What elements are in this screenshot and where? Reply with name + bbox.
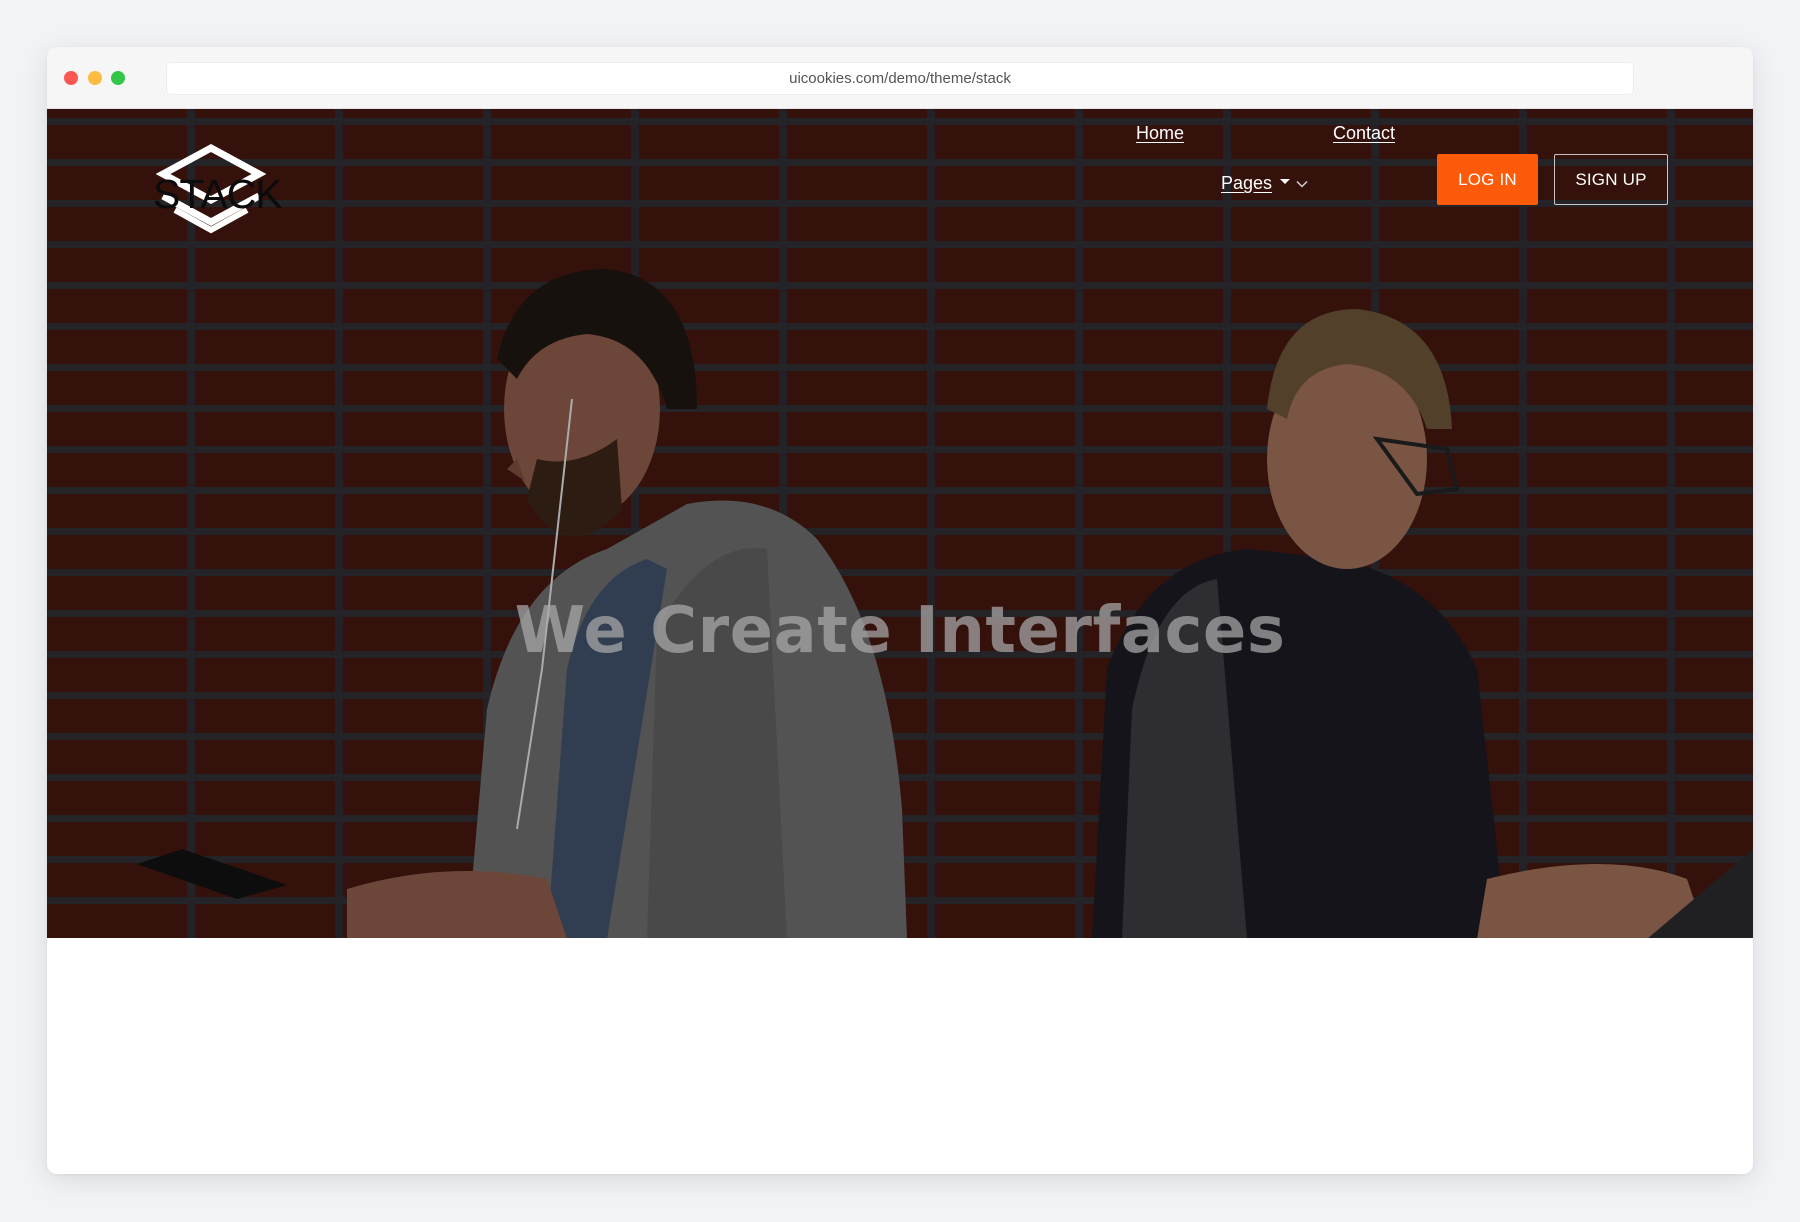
browser-window: uicookies.com/demo/theme/stack STACK Hom… [47,47,1753,1174]
address-bar[interactable]: uicookies.com/demo/theme/stack [166,62,1634,95]
browser-chrome: uicookies.com/demo/theme/stack [47,47,1753,109]
signup-button-label: SIGN UP [1575,169,1647,189]
minimize-window-button[interactable] [88,71,102,85]
nav-pages-label: Pages [1221,173,1273,193]
hero-background-photo [47,109,1753,938]
close-window-button[interactable] [64,71,78,85]
login-button-label: LOG IN [1458,169,1517,189]
address-bar-url: uicookies.com/demo/theme/stack [789,70,1011,87]
hero-headline: We Create Interfaces [514,594,1286,668]
stack-logo[interactable]: STACK [151,144,283,244]
chevron-down-icon [1296,180,1308,188]
signup-button[interactable]: SIGN UP [1554,154,1668,205]
page-body-blank [47,938,1753,1174]
login-button[interactable]: LOG IN [1437,154,1538,205]
nav-contact-link[interactable]: Contact [1333,123,1395,144]
caret-down-icon [1280,179,1291,184]
hero-section: STACK Home Contact Pages LOG IN SIGN UP … [47,109,1753,938]
zoom-window-button[interactable] [111,71,125,85]
nav-pages-dropdown[interactable]: Pages [1221,173,1308,194]
nav-home-link[interactable]: Home [1136,123,1184,144]
logo-text: STACK [153,171,283,217]
